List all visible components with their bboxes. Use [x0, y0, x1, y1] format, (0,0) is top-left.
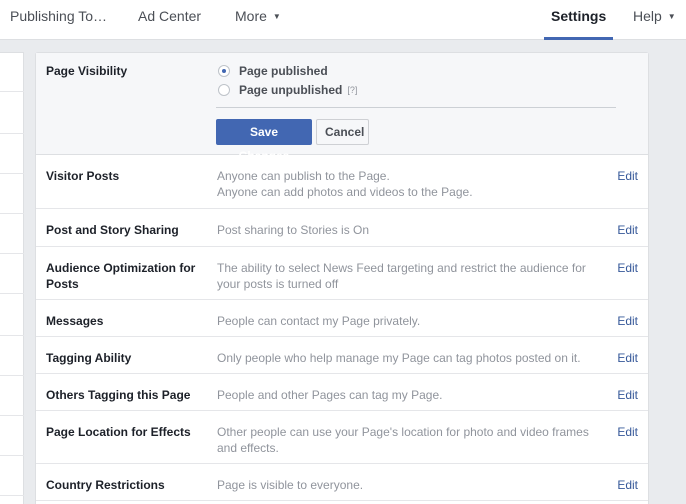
- sidebar-divider: [0, 415, 24, 416]
- setting-description-line: People can contact my Page privately.: [217, 314, 421, 328]
- nav-tab-publishing-tools[interactable]: Publishing To…: [10, 0, 107, 40]
- nav-tab-settings[interactable]: Settings: [543, 0, 614, 40]
- general-settings-panel: Page Visibility Page published Page unpu…: [35, 52, 649, 504]
- nav-tab-help-label: Help: [633, 8, 662, 24]
- caret-down-icon: ▼: [667, 12, 676, 21]
- sidebar-divider: [0, 495, 24, 496]
- setting-row-visitor-posts: Visitor Posts Anyone can publish to the …: [36, 155, 648, 209]
- radio-page-unpublished-label: Page unpublished: [239, 83, 343, 97]
- setting-description: People and other Pages can tag my Page.: [217, 387, 607, 403]
- nav-tab-ad-center-label: Ad Center: [138, 8, 202, 24]
- setting-description: The ability to select News Feed targetin…: [217, 260, 607, 292]
- edit-link[interactable]: Edit: [617, 477, 638, 493]
- page-visibility-label: Page Visibility: [46, 64, 128, 78]
- sidebar-divider: [0, 293, 24, 294]
- nav-tab-more[interactable]: More ▼: [235, 0, 281, 40]
- setting-row-page-location-effects: Page Location for Effects Other people c…: [36, 411, 648, 464]
- caret-down-icon: ▼: [272, 12, 281, 21]
- sidebar-divider: [0, 91, 24, 92]
- radio-checked-icon[interactable]: [218, 65, 230, 77]
- settings-sidebar: [0, 52, 24, 504]
- top-navigation: Publishing To… Ad Center More ▼ Settings …: [0, 0, 686, 40]
- setting-description-line: Page is visible to everyone.: [217, 478, 364, 492]
- setting-label: Post and Story Sharing: [46, 223, 179, 237]
- setting-label: Audience Optimization for Posts: [46, 261, 196, 291]
- edit-link[interactable]: Edit: [617, 313, 638, 329]
- setting-description: People can contact my Page privately.: [217, 313, 607, 329]
- setting-row-audience-optimization: Audience Optimization for Posts The abil…: [36, 247, 648, 300]
- setting-row-tagging-ability: Tagging Ability Only people who help man…: [36, 337, 648, 374]
- nav-tab-settings-label: Settings: [551, 8, 607, 24]
- setting-row-others-tagging: Others Tagging this Page People and othe…: [36, 374, 648, 411]
- setting-label: Page Location for Effects: [46, 425, 191, 439]
- setting-description-line: Other people can use your Page's locatio…: [217, 425, 589, 455]
- sidebar-divider: [0, 335, 24, 336]
- nav-tab-help[interactable]: Help ▼: [633, 0, 676, 40]
- sidebar-divider: [0, 213, 24, 214]
- help-question-link[interactable]: [?]: [347, 85, 357, 95]
- setting-label: Others Tagging this Page: [46, 388, 191, 402]
- setting-description-line: The ability to select News Feed targetin…: [217, 261, 586, 291]
- setting-row-post-and-story-sharing: Post and Story Sharing Post sharing to S…: [36, 209, 648, 247]
- sidebar-divider: [0, 253, 24, 254]
- setting-description-line: Anyone can publish to the Page.: [217, 169, 390, 183]
- nav-tab-publishing-tools-label: Publishing To…: [10, 8, 108, 24]
- setting-description-line: Only people who help manage my Page can …: [217, 351, 581, 365]
- setting-description-line: Anyone can add photos and videos to the …: [217, 185, 473, 199]
- radio-unchecked-icon[interactable]: [218, 84, 230, 96]
- edit-link[interactable]: Edit: [617, 387, 638, 403]
- radio-page-unpublished[interactable]: Page unpublished [?]: [218, 82, 357, 98]
- divider: [216, 107, 616, 108]
- edit-link[interactable]: Edit: [617, 222, 638, 238]
- setting-description: Page is visible to everyone.: [217, 477, 607, 493]
- setting-description: Post sharing to Stories is On: [217, 222, 607, 238]
- setting-description: Only people who help manage my Page can …: [217, 350, 607, 366]
- setting-label: Country Restrictions: [46, 478, 165, 492]
- sidebar-divider: [0, 455, 24, 456]
- save-changes-button[interactable]: Save Changes: [216, 119, 312, 163]
- setting-description-line: Post sharing to Stories is On: [217, 223, 370, 237]
- edit-link[interactable]: Edit: [617, 424, 638, 440]
- radio-page-published[interactable]: Page published: [218, 63, 328, 79]
- cancel-button[interactable]: Cancel: [316, 119, 369, 145]
- edit-link[interactable]: Edit: [617, 260, 638, 276]
- setting-label: Visitor Posts: [46, 169, 120, 183]
- setting-description: Other people can use your Page's locatio…: [217, 424, 607, 456]
- setting-description-line: People and other Pages can tag my Page.: [217, 388, 443, 402]
- setting-row-messages: Messages People can contact my Page priv…: [36, 300, 648, 337]
- page-visibility-editor: Page Visibility Page published Page unpu…: [36, 53, 648, 163]
- edit-link[interactable]: Edit: [617, 350, 638, 366]
- setting-row-country-restrictions: Country Restrictions Page is visible to …: [36, 464, 648, 501]
- nav-tab-ad-center[interactable]: Ad Center: [138, 0, 201, 40]
- nav-tab-more-label: More: [235, 8, 267, 24]
- setting-label: Messages: [46, 314, 104, 328]
- sidebar-divider: [0, 173, 24, 174]
- sidebar-divider: [0, 375, 24, 376]
- setting-description: Anyone can publish to the Page. Anyone c…: [217, 168, 607, 200]
- radio-page-published-label: Page published: [239, 64, 328, 78]
- sidebar-divider: [0, 133, 24, 134]
- setting-label: Tagging Ability: [46, 351, 132, 365]
- edit-link[interactable]: Edit: [617, 168, 638, 184]
